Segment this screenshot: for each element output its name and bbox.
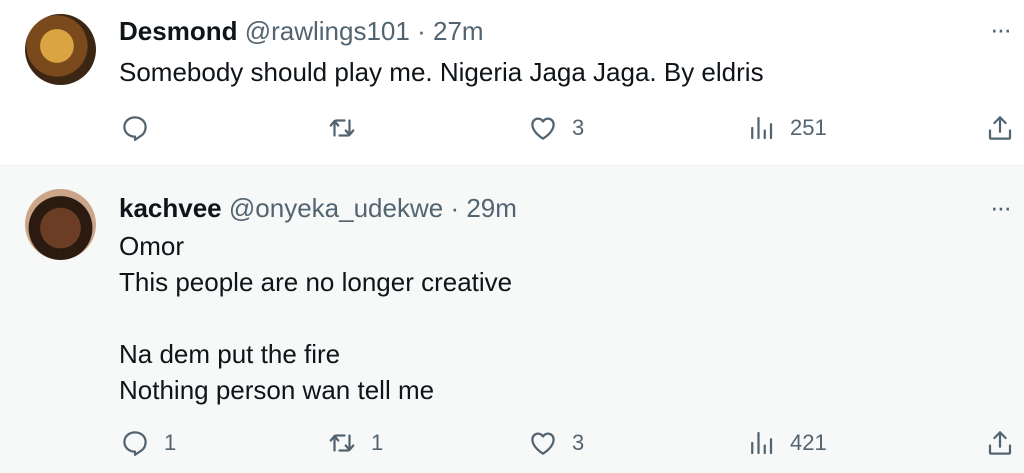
share-icon [988, 431, 1012, 455]
like-button[interactable]: 3 [528, 428, 584, 458]
like-count: 3 [572, 430, 585, 455]
separator-dot: · [417, 16, 426, 46]
share-button[interactable] [985, 113, 1015, 143]
views-icon [751, 116, 773, 140]
tweet-header: kachvee @onyeka_udekwe · 29m [119, 193, 517, 224]
reply-icon [123, 116, 147, 141]
retweet-icon [329, 434, 355, 452]
display-name[interactable]: Desmond [119, 16, 237, 46]
tweet[interactable]: Desmond @rawlings101 · 27m ··· Somebody … [0, 0, 1024, 166]
avatar[interactable] [25, 189, 96, 260]
tweet-text-line: Na dem put the fire [119, 339, 341, 369]
timestamp[interactable]: 29m [466, 193, 517, 223]
tweet-text-line: Somebody should play me. Nigeria Jaga Ja… [119, 57, 764, 87]
reply-button[interactable]: 1 [120, 428, 176, 458]
views-button[interactable]: 421 [746, 428, 827, 458]
reply-button[interactable] [120, 113, 164, 143]
timestamp[interactable]: 27m [433, 16, 484, 46]
reply-count: 1 [164, 430, 177, 455]
user-handle[interactable]: @rawlings101 [245, 16, 410, 46]
views-icon [751, 431, 773, 455]
share-icon [988, 116, 1012, 140]
tweet-actions: 1 1 3 421 [0, 428, 1024, 458]
views-button[interactable]: 251 [746, 113, 827, 143]
tweet-header: Desmond @rawlings101 · 27m [119, 16, 484, 47]
views-count: 251 [790, 115, 827, 140]
like-button[interactable]: 3 [528, 113, 584, 143]
tweet[interactable]: kachvee @onyeka_udekwe · 29m ··· Omor Th… [0, 166, 1024, 473]
avatar[interactable] [25, 14, 96, 85]
tweet-text-line: Nothing person wan tell me [119, 375, 435, 405]
share-button[interactable] [985, 428, 1015, 458]
views-count: 421 [790, 430, 827, 455]
tweet-text: Omor This people are no longer creative … [119, 228, 512, 408]
more-options-icon[interactable]: ··· [990, 192, 1012, 223]
retweet-icon [329, 119, 355, 137]
reply-icon [123, 431, 147, 456]
retweet-count: 1 [371, 430, 384, 455]
tweet-text-line: Omor [119, 231, 184, 261]
tweet-actions: 3 251 [0, 113, 1024, 143]
tweet-text-line: This people are no longer creative [119, 267, 513, 297]
user-handle[interactable]: @onyeka_udekwe [229, 193, 443, 223]
like-count: 3 [572, 115, 585, 140]
separator-dot: · [450, 193, 460, 223]
display-name[interactable]: kachvee [119, 193, 222, 223]
tweet-text: Somebody should play me. Nigeria Jaga Ja… [119, 54, 764, 90]
like-icon [531, 117, 555, 140]
retweet-button[interactable] [327, 113, 371, 143]
more-options-icon[interactable]: ··· [990, 14, 1012, 45]
retweet-button[interactable]: 1 [327, 428, 383, 458]
like-icon [531, 432, 555, 455]
